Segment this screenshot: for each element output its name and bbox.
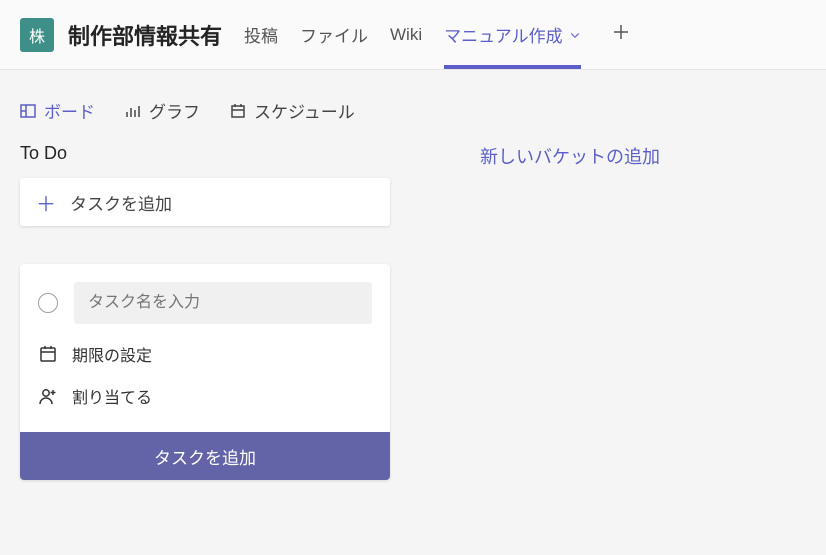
bucket-todo: To Do ＋ タスクを追加 期限の設定 割り当てる タスクを追加 <box>20 143 390 480</box>
view-schedule[interactable]: スケジュール <box>230 98 355 123</box>
tab-posts[interactable]: 投稿 <box>244 0 278 69</box>
add-task-button[interactable]: ＋ タスクを追加 <box>20 178 390 226</box>
assign-person-icon <box>38 386 58 406</box>
view-chart-label: グラフ <box>149 98 200 123</box>
board-icon <box>20 103 36 119</box>
add-bucket-button[interactable]: 新しいバケットの追加 <box>480 143 660 480</box>
assign-label: 割り当てる <box>72 384 152 408</box>
plus-icon <box>611 22 631 42</box>
channel-header: 株 制作部情報共有 投稿 ファイル Wiki マニュアル作成 <box>0 0 826 70</box>
view-switcher: ボード グラフ スケジュール <box>0 70 826 137</box>
chevron-down-icon <box>569 29 581 41</box>
plus-icon: ＋ <box>36 188 56 217</box>
set-due-date-label: 期限の設定 <box>72 342 152 366</box>
tab-manual[interactable]: マニュアル作成 <box>444 0 581 69</box>
chart-icon <box>125 103 141 119</box>
add-tab-button[interactable] <box>611 21 631 49</box>
board-area: To Do ＋ タスクを追加 期限の設定 割り当てる タスクを追加 新しいバケッ… <box>0 137 826 486</box>
submit-task-button[interactable]: タスクを追加 <box>20 432 390 480</box>
view-chart[interactable]: グラフ <box>125 98 200 123</box>
channel-tabs: 投稿 ファイル Wiki マニュアル作成 <box>244 0 631 69</box>
view-board-label: ボード <box>44 98 95 123</box>
tab-wiki[interactable]: Wiki <box>390 0 422 69</box>
schedule-icon <box>230 103 246 119</box>
team-avatar: 株 <box>20 18 54 52</box>
bucket-title: To Do <box>20 143 390 164</box>
add-task-label: タスクを追加 <box>70 190 172 215</box>
task-name-row <box>38 282 372 324</box>
tab-manual-label: マニュアル作成 <box>444 22 563 47</box>
channel-name: 制作部情報共有 <box>68 19 222 51</box>
calendar-icon <box>38 344 58 364</box>
view-schedule-label: スケジュール <box>254 98 355 123</box>
new-task-card: 期限の設定 割り当てる タスクを追加 <box>20 264 390 480</box>
set-due-date-button[interactable]: 期限の設定 <box>38 342 372 366</box>
view-board[interactable]: ボード <box>20 98 95 123</box>
task-complete-toggle[interactable] <box>38 293 58 313</box>
tab-files[interactable]: ファイル <box>300 0 368 69</box>
assign-button[interactable]: 割り当てる <box>38 384 372 408</box>
task-name-input[interactable] <box>74 282 372 324</box>
